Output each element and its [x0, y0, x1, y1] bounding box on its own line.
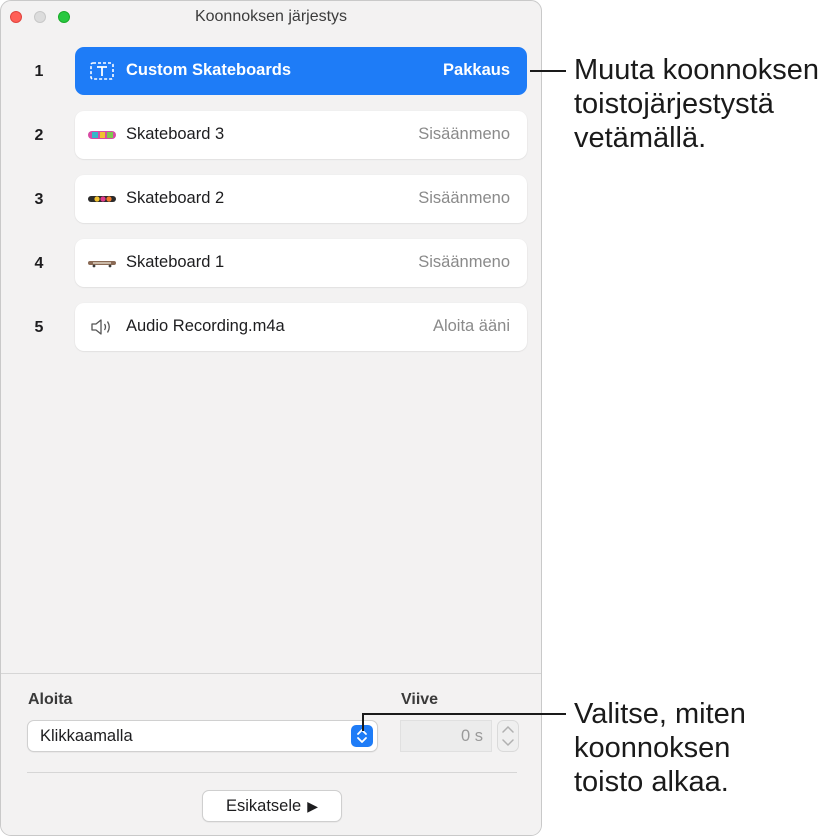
preview-button[interactable]: Esikatsele ▶	[202, 790, 342, 822]
row-effect: Sisäänmeno	[418, 125, 510, 143]
build-row-skateboard-3[interactable]: Skateboard 3 Sisäänmeno	[75, 111, 527, 159]
callout-text: Valitse, miten	[574, 698, 746, 730]
skateboard-thumbnail	[88, 261, 116, 268]
callout-start: Valitse, miten koonnoksen toisto alkaa.	[574, 697, 746, 799]
build-list: 1 Custom Skateboards Pakkaus 2 Skateboar…	[1, 33, 541, 673]
row-name: Skateboard 1	[126, 253, 225, 271]
start-popup[interactable]: Klikkaamalla	[27, 720, 378, 752]
build-row-skateboard-1[interactable]: Skateboard 1 Sisäänmeno	[75, 239, 527, 287]
row-name: Skateboard 2	[126, 189, 225, 207]
skateboard-thumbnail	[88, 196, 116, 202]
row-effect: Sisäänmeno	[418, 253, 510, 271]
row-effect: Pakkaus	[443, 61, 510, 79]
speaker-icon	[91, 319, 110, 335]
start-label: Aloita	[28, 691, 73, 708]
row-name: Custom Skateboards	[126, 61, 292, 79]
preview-label: Esikatsele	[226, 797, 302, 815]
callout-line-start-horizontal	[362, 713, 566, 715]
row-name: Audio Recording.m4a	[126, 317, 285, 335]
build-row-audio-recording[interactable]: Audio Recording.m4a Aloita ääni	[75, 303, 527, 351]
window-title: Koonnoksen järjestys	[194, 8, 348, 25]
callout-text: koonnoksen	[574, 732, 731, 764]
delay-stepper[interactable]	[497, 720, 519, 752]
callout-text: toisto alkaa.	[574, 766, 729, 798]
callout-line-start-vertical	[362, 713, 364, 731]
build-order-window: Koonnoksen järjestys 1 Custom Skateboard…	[0, 0, 542, 836]
row-effect: Sisäänmeno	[418, 189, 510, 207]
delay-label: Viive	[401, 691, 439, 708]
callout-text: vetämällä.	[574, 122, 707, 154]
text-box-icon	[90, 62, 114, 80]
row-number: 3	[34, 191, 44, 208]
title-bar: Koonnoksen järjestys	[1, 1, 541, 33]
row-effect: Aloita ääni	[432, 317, 510, 335]
build-settings: Aloita Viive Klikkaamalla 0 s Esikatsele…	[1, 673, 541, 835]
callout-line-reorder	[530, 70, 566, 72]
row-number: 2	[34, 127, 44, 144]
row-number: 5	[34, 319, 44, 336]
build-row-custom-skateboards[interactable]: Custom Skateboards Pakkaus	[75, 47, 527, 95]
row-number: 1	[34, 63, 44, 80]
row-name: Skateboard 3	[126, 125, 225, 143]
row-number: 4	[34, 255, 44, 272]
play-icon: ▶	[307, 798, 318, 814]
callout-text: toistojärjestystä	[574, 88, 774, 120]
delay-value: 0 s	[460, 727, 483, 745]
callout-reorder: Muuta koonnoksen toistojärjestystä vetäm…	[574, 53, 819, 155]
skateboard-thumbnail	[88, 131, 116, 139]
start-value: Klikkaamalla	[40, 727, 133, 745]
build-row-skateboard-2[interactable]: Skateboard 2 Sisäänmeno	[75, 175, 527, 223]
callout-text: Muuta koonnoksen	[574, 54, 820, 86]
delay-field[interactable]: 0 s	[400, 720, 492, 752]
divider	[27, 772, 517, 773]
